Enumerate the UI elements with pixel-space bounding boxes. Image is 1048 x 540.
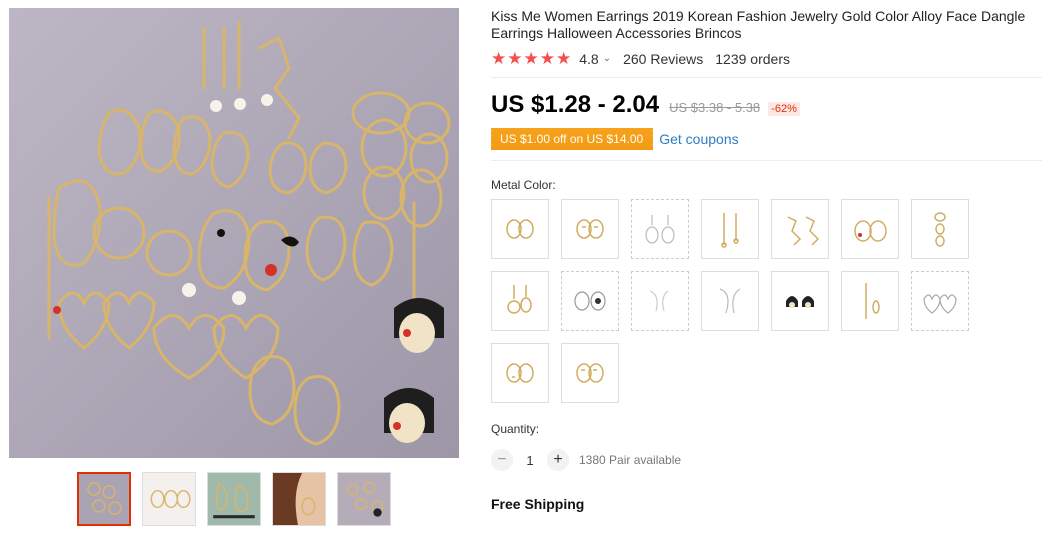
coupon-row: US $1.00 off on US $14.00 Get coupons <box>488 128 1041 150</box>
main-product-image[interactable] <box>9 8 459 458</box>
divider <box>491 160 1042 161</box>
sku-image <box>576 363 604 383</box>
reviews-link[interactable]: 260 Reviews <box>623 51 703 67</box>
sku-option-7[interactable] <box>911 199 969 259</box>
sku-image <box>923 294 957 314</box>
sku-image <box>649 290 669 312</box>
sku-option-2[interactable] <box>561 199 619 259</box>
thumbnail-4[interactable] <box>272 472 326 526</box>
quantity-stepper: − 1 + 1380 Pair available <box>491 449 1041 471</box>
sku-option-1[interactable] <box>491 199 549 259</box>
sku-option-4[interactable] <box>701 199 759 259</box>
thumbnail-image <box>143 473 195 525</box>
rating-stars[interactable]: ★ ★ ★ ★ ★ <box>491 50 571 67</box>
sku-property-label: Metal Color: <box>491 178 556 192</box>
sku-image <box>645 215 675 244</box>
star-icon: ★ <box>523 49 539 68</box>
thumbnail-image <box>273 473 325 525</box>
sku-image <box>719 288 741 314</box>
star-icon: ★ <box>491 49 507 68</box>
sku-image <box>865 283 880 319</box>
price-row: US $1.28 - 2.04 US $3.38 - 5.38 -62% <box>491 91 1041 119</box>
thumbnail-image <box>208 473 260 525</box>
sku-option-6[interactable] <box>841 199 899 259</box>
sku-image <box>574 291 606 311</box>
star-icon: ★ <box>556 49 572 68</box>
get-coupons-link[interactable]: Get coupons <box>659 131 738 147</box>
thumbnail-1[interactable] <box>77 472 131 526</box>
sku-image <box>787 216 820 246</box>
sku-option-5[interactable] <box>771 199 829 259</box>
decrease-quantity-button[interactable]: − <box>491 449 513 471</box>
quantity-input[interactable]: 1 <box>513 453 547 468</box>
sku-image <box>934 212 946 247</box>
star-icon: ★ <box>507 49 523 68</box>
original-price: US $3.38 - 5.38 <box>669 100 761 115</box>
product-title: Kiss Me Women Earrings 2019 Korean Fashi… <box>491 8 1026 41</box>
sku-option-10[interactable] <box>631 271 689 331</box>
thumbnail-3[interactable] <box>207 472 261 526</box>
sku-image <box>721 213 739 248</box>
sku-option-8[interactable] <box>491 271 549 331</box>
stock-available: 1380 Pair available <box>579 453 682 467</box>
discount-badge: -62% <box>768 102 800 116</box>
sku-option-15[interactable] <box>491 343 549 403</box>
sku-option-12[interactable] <box>771 271 829 331</box>
thumbnail-5[interactable] <box>337 472 391 526</box>
thumbnail-2[interactable] <box>142 472 196 526</box>
sku-option-16[interactable] <box>561 343 619 403</box>
rating-value[interactable]: 4.8 <box>579 51 598 67</box>
earrings-photo <box>9 8 459 458</box>
sku-image <box>506 219 534 239</box>
thumbnail-strip <box>77 472 391 526</box>
divider <box>491 77 1042 78</box>
orders-count: 1239 orders <box>715 50 790 67</box>
sku-options <box>491 199 991 415</box>
sku-option-9[interactable] <box>561 271 619 331</box>
sku-image <box>576 219 604 239</box>
thumbnail-image <box>79 474 129 524</box>
coupon-badge[interactable]: US $1.00 off on US $14.00 <box>488 128 656 150</box>
chevron-down-icon[interactable]: ⌄ <box>603 53 611 64</box>
thumbnail-image <box>338 473 390 525</box>
current-price: US $1.28 - 2.04 <box>491 91 660 118</box>
increase-quantity-button[interactable]: + <box>547 449 569 471</box>
sku-image <box>506 363 534 383</box>
sku-image <box>786 296 814 308</box>
product-info: Kiss Me Women Earrings 2019 Korean Fashi… <box>488 8 1042 512</box>
sku-option-14[interactable] <box>911 271 969 331</box>
star-icon: ★ <box>539 49 555 68</box>
rating-row: ★ ★ ★ ★ ★ 4.8 ⌄ 260 Reviews 1239 orders <box>491 50 1041 67</box>
shipping-info: Free Shipping <box>491 496 585 512</box>
sku-image <box>507 285 532 314</box>
sku-option-11[interactable] <box>701 271 759 331</box>
sku-option-13[interactable] <box>841 271 899 331</box>
quantity-label: Quantity: <box>491 422 540 436</box>
sku-option-3[interactable] <box>631 199 689 259</box>
sku-image <box>854 220 887 242</box>
